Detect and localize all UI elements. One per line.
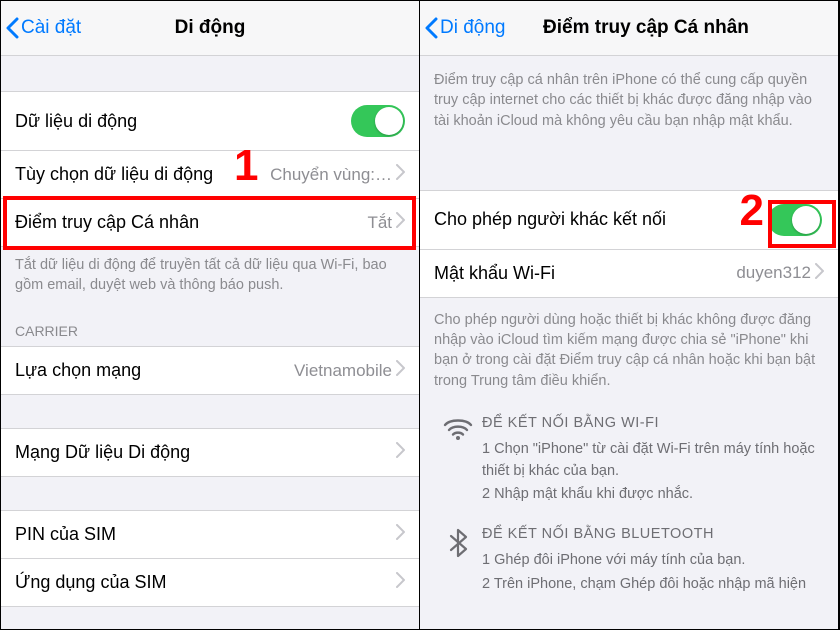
allow-others-toggle[interactable] xyxy=(768,204,822,236)
chevron-right-icon xyxy=(815,263,824,284)
back-label: Cài đặt xyxy=(21,17,81,39)
chevron-right-icon xyxy=(396,442,405,463)
chevron-right-icon xyxy=(396,572,405,593)
chevron-right-icon xyxy=(396,360,405,381)
page-title: Di động xyxy=(175,17,246,39)
chevron-right-icon xyxy=(396,164,405,185)
back-label: Di động xyxy=(440,17,506,39)
bt-inst-2: 2 Trên iPhone, chạm Ghép đôi hoặc nhập m… xyxy=(482,574,824,596)
hotspot-label: Điểm truy cập Cá nhân xyxy=(15,212,367,233)
wifi-password-label: Mật khẩu Wi-Fi xyxy=(434,263,736,284)
sim-pin-label: PIN của SIM xyxy=(15,524,396,545)
hotspot-value: Tắt xyxy=(367,213,392,233)
chevron-left-icon xyxy=(424,17,438,39)
data-options-label: Tùy chọn dữ liệu di động xyxy=(15,164,270,185)
page-title: Điểm truy cập Cá nhân xyxy=(543,17,749,39)
row-cellular-data[interactable]: Dữ liệu di động xyxy=(1,91,419,151)
left-content: Dữ liệu di động Tùy chọn dữ liệu di động… xyxy=(1,56,419,629)
right-pane: Di động Điểm truy cập Cá nhân Điểm truy … xyxy=(420,1,839,629)
cellular-data-toggle[interactable] xyxy=(351,105,405,137)
row-personal-hotspot[interactable]: Điểm truy cập Cá nhân Tắt xyxy=(1,198,419,247)
cellular-data-label: Dữ liệu di động xyxy=(15,111,351,132)
left-pane: Cài đặt Di động Dữ liệu di động Tùy chọn… xyxy=(1,1,420,629)
allow-label: Cho phép người khác kết nối xyxy=(434,209,768,230)
data-network-label: Mạng Dữ liệu Di động xyxy=(15,442,396,463)
navbar-right: Di động Điểm truy cập Cá nhân xyxy=(420,1,838,56)
chevron-right-icon xyxy=(396,212,405,233)
back-button[interactable]: Cài đặt xyxy=(5,17,81,39)
row-network-selection[interactable]: Lựa chọn mạng Vietnamobile xyxy=(1,346,419,395)
row-sim-apps[interactable]: Ứng dụng của SIM xyxy=(1,558,419,607)
row-wifi-password[interactable]: Mật khẩu Wi-Fi duyen312 xyxy=(420,249,838,298)
right-content: Điểm truy cập cá nhân trên iPhone có thể… xyxy=(420,56,838,629)
cellular-footnote: Tắt dữ liệu di động để truyền tất cả dữ … xyxy=(1,247,419,295)
bluetooth-instructions: ĐỂ KẾT NỐI BẰNG BLUETOOTH 1 Ghép đôi iPh… xyxy=(420,514,838,603)
wifi-password-value: duyen312 xyxy=(736,263,811,283)
wifi-inst-title: ĐỂ KẾT NỐI BẰNG WI-FI xyxy=(482,413,824,435)
bluetooth-icon xyxy=(434,524,482,597)
carrier-header: CARRIER xyxy=(1,295,419,347)
network-label: Lựa chọn mạng xyxy=(15,360,294,381)
wifi-instructions: ĐỂ KẾT NỐI BẰNG WI-FI 1 Chọn "iPhone" từ… xyxy=(420,403,838,514)
back-button[interactable]: Di động xyxy=(424,17,506,39)
bt-inst-1: 1 Ghép đôi iPhone với máy tính của bạn. xyxy=(482,550,824,572)
row-allow-others[interactable]: Cho phép người khác kết nối xyxy=(420,190,838,250)
network-value: Vietnamobile xyxy=(294,361,392,381)
row-data-options[interactable]: Tùy chọn dữ liệu di động Chuyển vùng:… xyxy=(1,150,419,199)
data-options-value: Chuyển vùng:… xyxy=(270,165,392,185)
allow-note: Cho phép người dùng hoặc thiết bị khác k… xyxy=(420,298,838,403)
row-cellular-network[interactable]: Mạng Dữ liệu Di động xyxy=(1,428,419,477)
hotspot-intro: Điểm truy cập cá nhân trên iPhone có thể… xyxy=(420,56,838,143)
wifi-inst-1: 1 Chọn "iPhone" từ cài đặt Wi-Fi trên má… xyxy=(482,439,824,483)
wifi-inst-2: 2 Nhập mật khẩu khi được nhắc. xyxy=(482,484,824,506)
row-sim-pin[interactable]: PIN của SIM xyxy=(1,510,419,559)
chevron-left-icon xyxy=(5,17,19,39)
wifi-icon xyxy=(434,413,482,508)
chevron-right-icon xyxy=(396,524,405,545)
navbar-left: Cài đặt Di động xyxy=(1,1,419,56)
sim-apps-label: Ứng dụng của SIM xyxy=(15,572,396,593)
bt-inst-title: ĐỂ KẾT NỐI BẰNG BLUETOOTH xyxy=(482,524,824,546)
